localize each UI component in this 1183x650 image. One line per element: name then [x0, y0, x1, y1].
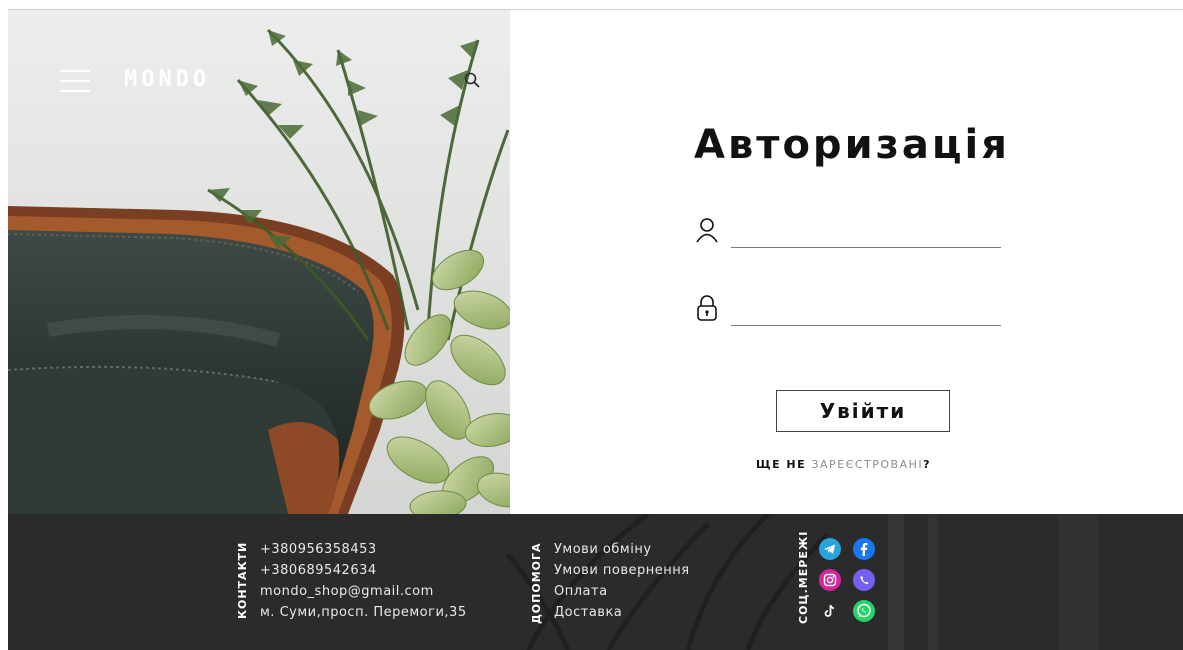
register-suffix: ? — [923, 458, 931, 471]
viber-icon[interactable] — [853, 569, 875, 591]
page-title: Авторизація — [694, 122, 1010, 168]
hamburger-menu-icon[interactable] — [60, 70, 90, 94]
footer: КОНТАКТИ +380956358453 +380689542634 mon… — [8, 514, 1183, 650]
contact-phone-2[interactable]: +380689542634 — [260, 560, 467, 581]
top-divider — [0, 0, 1183, 10]
hero-image: MONDO — [8, 10, 510, 514]
password-field-row — [695, 291, 1005, 331]
auth-panel: Авторизація Увійти ЩЕ НЕ ЗАРЕЄСТРОВАНІ? — [510, 10, 1183, 514]
help-link-return[interactable]: Умови повернення — [554, 560, 690, 581]
login-button[interactable]: Увійти — [776, 390, 950, 432]
social-label: СОЦ.МЕРЕЖІ — [797, 530, 810, 624]
instagram-icon[interactable] — [819, 569, 841, 591]
lock-icon — [695, 293, 719, 323]
contact-address: м. Суми,просп. Перемоги,35 — [260, 605, 467, 620]
help-link-exchange[interactable]: Умови обміну — [554, 539, 690, 560]
contact-phone-1[interactable]: +380956358453 — [260, 539, 467, 560]
help-list: Умови обміну Умови повернення Оплата Дос… — [554, 539, 690, 623]
register-prefix: ЩЕ НЕ — [756, 458, 812, 471]
tiktok-icon[interactable] — [819, 600, 841, 622]
whatsapp-icon[interactable] — [853, 600, 875, 622]
telegram-icon[interactable] — [819, 538, 841, 560]
user-icon — [695, 215, 719, 245]
register-link[interactable]: ЗАРЕЄСТРОВАНІ — [811, 458, 923, 471]
contacts-label: КОНТАКТИ — [236, 541, 249, 619]
help-label: ДОПОМОГА — [530, 542, 543, 624]
facebook-icon[interactable] — [853, 538, 875, 560]
search-icon[interactable] — [464, 72, 480, 88]
password-input[interactable] — [731, 295, 1001, 326]
brand-logo[interactable]: MONDO — [124, 67, 210, 92]
help-link-delivery[interactable]: Доставка — [554, 602, 690, 623]
help-link-payment[interactable]: Оплата — [554, 581, 690, 602]
contacts-list: +380956358453 +380689542634 mondo_shop@g… — [260, 539, 467, 623]
username-field-row — [695, 213, 1005, 253]
register-prompt: ЩЕ НЕ ЗАРЕЄСТРОВАНІ? — [756, 458, 931, 471]
username-input[interactable] — [731, 217, 1001, 248]
contact-email[interactable]: mondo_shop@gmail.com — [260, 581, 467, 602]
